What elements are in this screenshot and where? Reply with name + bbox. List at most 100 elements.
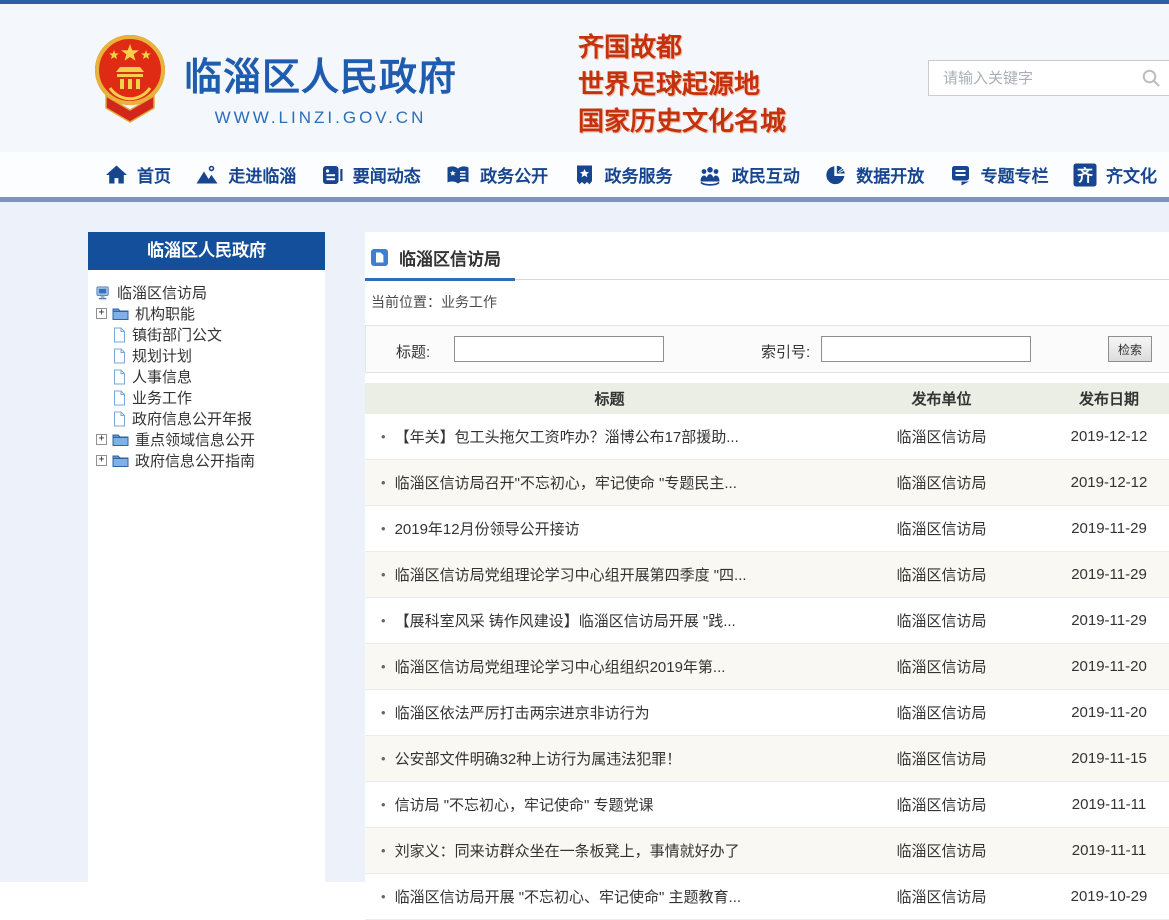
table-row[interactable]: •临淄区信访局召开"不忘初心，牢记使命 "专题民主...临淄区信访局2019-1…: [365, 460, 1169, 506]
document-icon: [948, 163, 973, 187]
nav-item-首页[interactable]: 首页: [104, 162, 171, 187]
bullet-icon: •: [381, 521, 386, 536]
bullet-icon: •: [381, 751, 386, 766]
tree-item-label: 政府信息公开年报: [132, 408, 252, 429]
nav-item-label: 首页: [137, 162, 171, 187]
news-icon: [320, 163, 345, 187]
site-search-box: [928, 60, 1169, 96]
table-row[interactable]: •临淄区信访局党组理论学习中心组开展第四季度 "四...临淄区信访局2019-1…: [365, 552, 1169, 598]
slogan-line: 国家历史文化名城: [578, 104, 786, 141]
bullet-icon: •: [381, 659, 386, 674]
article-title-text: 临淄区信访局党组理论学习中心组组织2019年第...: [395, 656, 726, 677]
article-title-link[interactable]: •【展科室风采 铸作风建设】临淄区信访局开展 "践...: [365, 610, 854, 631]
sidebar-title: 临淄区人民政府: [88, 232, 325, 270]
article-title-text: 【展科室风采 铸作风建设】临淄区信访局开展 "践...: [395, 610, 736, 631]
article-title-link[interactable]: •临淄区信访局召开"不忘初心，牢记使命 "专题民主...: [365, 472, 854, 493]
article-title-text: 临淄区信访局开展 "不忘初心、牢记使命" 主题教育...: [395, 886, 742, 907]
table-row[interactable]: •临淄区依法严厉打击两宗进京非访行为临淄区信访局2019-11-20: [365, 690, 1169, 736]
table-row[interactable]: •【年关】包工头拖欠工资咋办？淄博公布17部援助...临淄区信访局2019-12…: [365, 414, 1169, 460]
publish-date: 2019-11-29: [1029, 612, 1169, 629]
sidebar-tree-item-临淄区信访局[interactable]: 临淄区信访局: [96, 282, 319, 303]
publish-date: 2019-12-12: [1029, 428, 1169, 445]
table-row[interactable]: •【展科室风采 铸作风建设】临淄区信访局开展 "践...临淄区信访局2019-1…: [365, 598, 1169, 644]
article-title-link[interactable]: •刘家义：同来访群众坐在一条板凳上，事情就好办了: [365, 840, 854, 861]
article-title-link[interactable]: • 临淄区信访局党组理论学习中心组组织2019年第...: [365, 656, 854, 677]
index-field-label: 索引号:: [761, 341, 810, 362]
search-submit-button[interactable]: 检索: [1108, 336, 1152, 362]
sidebar: 临淄区人民政府 临淄区信访局 + 机构职能镇街部门公文规划计划人事信息业务工作政府信…: [88, 232, 325, 882]
bullet-icon: •: [381, 797, 386, 812]
table-row[interactable]: •信访局 "不忘初心，牢记使命" 专题党课临淄区信访局2019-11-11: [365, 782, 1169, 828]
article-title-text: 临淄区信访局召开"不忘初心，牢记使命 "专题民主...: [395, 472, 737, 493]
badge-star-icon: [572, 163, 597, 187]
computer-icon: [96, 285, 111, 301]
site-header: 临淄区人民政府 WWW.LINZI.GOV.CN 齐国故都 世界足球起源地 国家…: [0, 4, 1169, 152]
breadcrumb: 当前位置：业务工作: [365, 280, 1169, 312]
nav-item-政务公开[interactable]: 政务公开: [444, 162, 548, 187]
nav-item-数据开放[interactable]: 数据开放: [823, 162, 924, 187]
sidebar-tree-item-镇街部门公文[interactable]: 镇街部门公文: [96, 324, 319, 345]
nav-item-专题专栏[interactable]: 专题专栏: [948, 162, 1049, 187]
article-title-link[interactable]: •临淄区依法严厉打击两宗进京非访行为: [365, 702, 854, 723]
publish-unit: 临淄区信访局: [854, 472, 1029, 493]
article-title-text: 2019年12月份领导公开接访: [395, 518, 580, 539]
sidebar-tree-item-政府信息公开年报[interactable]: 政府信息公开年报: [96, 408, 319, 429]
publish-unit: 临淄区信访局: [854, 748, 1029, 769]
tree-item-label: 机构职能: [135, 303, 195, 324]
nav-item-label: 政务服务: [605, 162, 673, 187]
table-row[interactable]: •公安部文件明确32种上访行为属违法犯罪！临淄区信访局2019-11-15: [365, 736, 1169, 782]
article-title-link[interactable]: • 临淄区信访局开展 "不忘初心、牢记使命" 主题教育...: [365, 886, 854, 907]
people-icon: [696, 163, 724, 187]
sidebar-tree-item-规划计划[interactable]: 规划计划: [96, 345, 319, 366]
sidebar-tree-item-重点领域信息公开[interactable]: +重点领域信息公开: [96, 429, 319, 450]
main-title-wrap: 临淄区信访局: [365, 232, 1169, 280]
publish-unit: 临淄区信访局: [854, 610, 1029, 631]
expand-plus-icon[interactable]: +: [96, 455, 107, 466]
page-icon: [112, 348, 126, 364]
expand-plus-icon[interactable]: +: [96, 308, 107, 319]
nav-item-要闻动态[interactable]: 要闻动态: [320, 162, 421, 187]
pie-chart-icon: [823, 163, 848, 187]
page-icon: [112, 390, 126, 406]
blue-page-icon: [371, 249, 388, 266]
sidebar-tree-item-机构职能[interactable]: + 机构职能: [96, 303, 319, 324]
table-row[interactable]: •2019年12月份领导公开接访临淄区信访局2019-11-29: [365, 506, 1169, 552]
article-title-text: 刘家义：同来访群众坐在一条板凳上，事情就好办了: [395, 840, 740, 861]
site-slogan: 齐国故都 世界足球起源地 国家历史文化名城: [578, 30, 786, 141]
publish-unit: 临淄区信访局: [854, 656, 1029, 677]
qi-character-icon: 齐: [1072, 162, 1098, 188]
search-form: 标题: 索引号: 检索: [365, 325, 1169, 373]
table-row[interactable]: •刘家义：同来访群众坐在一条板凳上，事情就好办了临淄区信访局2019-11-11: [365, 828, 1169, 874]
search-icon[interactable]: [1141, 68, 1161, 93]
index-field[interactable]: [821, 336, 1031, 362]
publish-date: 2019-11-20: [1029, 704, 1169, 721]
article-title-link[interactable]: •【年关】包工头拖欠工资咋办？淄博公布17部援助...: [365, 426, 854, 447]
publish-unit: 临淄区信访局: [854, 794, 1029, 815]
sidebar-tree-item-政府信息公开指南[interactable]: +政府信息公开指南: [96, 450, 319, 471]
expand-plus-icon[interactable]: +: [96, 434, 107, 445]
tree-item-label: 镇街部门公文: [132, 324, 222, 345]
article-title-link[interactable]: •临淄区信访局党组理论学习中心组开展第四季度 "四...: [365, 564, 854, 585]
sidebar-tree-item-业务工作[interactable]: 业务工作: [96, 387, 319, 408]
national-emblem-icon: [92, 32, 168, 128]
article-title-link[interactable]: •公安部文件明确32种上访行为属违法犯罪！: [365, 748, 854, 769]
nav-item-政民互动[interactable]: 政民互动: [696, 162, 800, 187]
sidebar-tree-item-人事信息[interactable]: 人事信息: [96, 366, 319, 387]
bullet-icon: •: [381, 889, 386, 904]
nav-item-走进临淄[interactable]: 走进临淄: [194, 162, 296, 187]
main-panel: 临淄区信访局 当前位置：业务工作 标题: 索引号: 检索 标题 发布单位 发布日…: [365, 232, 1169, 882]
nav-item-齐文化[interactable]: 齐齐文化: [1072, 162, 1157, 188]
nav-item-政务服务[interactable]: 政务服务: [572, 162, 673, 187]
search-input[interactable]: [941, 61, 1135, 95]
table-row[interactable]: •临淄区信访局开展 "不忘初心、牢记使命" 主题教育...临淄区信访局2019-…: [365, 874, 1169, 920]
table-row[interactable]: •临淄区信访局党组理论学习中心组组织2019年第...临淄区信访局2019-11…: [365, 644, 1169, 690]
article-title-text: 临淄区信访局党组理论学习中心组开展第四季度 "四...: [395, 564, 747, 585]
publish-date: 2019-12-12: [1029, 474, 1169, 491]
article-title-link[interactable]: •信访局 "不忘初心，牢记使命" 专题党课: [365, 794, 854, 815]
slogan-line: 世界足球起源地: [578, 67, 786, 104]
article-title-link[interactable]: • 2019年12月份领导公开接访: [365, 518, 854, 539]
slogan-line: 齐国故都: [578, 30, 786, 67]
title-field[interactable]: [454, 336, 664, 362]
tree-item-label: 业务工作: [132, 387, 192, 408]
nav-item-label: 专题专栏: [981, 162, 1049, 187]
